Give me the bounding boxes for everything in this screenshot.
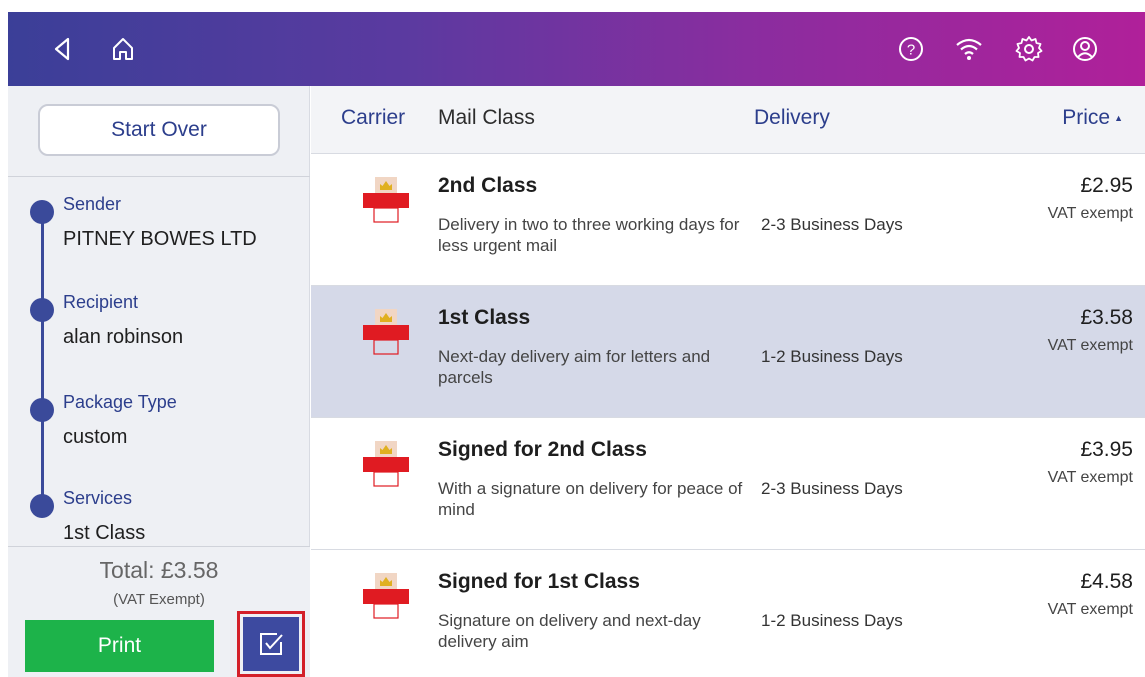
price-value: £2.95 (1080, 174, 1133, 197)
step-label: Sender (63, 194, 122, 214)
account-icon[interactable] (1066, 30, 1104, 68)
print-button[interactable]: Print (25, 620, 214, 672)
confirm-checkbox-button[interactable] (243, 617, 299, 671)
vat-status: VAT exempt (1047, 601, 1133, 618)
step-value: PITNEY BOWES LTD (63, 228, 257, 250)
step-label: Package Type (63, 392, 177, 412)
mail-class-table: Carrier Mail Class Delivery Price ▲ 2nd C… (311, 86, 1145, 677)
royal-mail-logo-icon (361, 308, 411, 360)
delivery-time: 2-3 Business Days (761, 479, 903, 498)
mail-class-name: 1st Class (438, 306, 531, 329)
royal-mail-logo-icon (361, 176, 411, 228)
royal-mail-logo-icon (361, 572, 411, 624)
total-section: Total: £3.58 (VAT Exempt) Print (8, 546, 310, 677)
back-icon[interactable] (44, 30, 82, 68)
price-header-label: Price (1062, 106, 1111, 129)
table-header: Carrier Mail Class Delivery Price ▲ (311, 86, 1145, 154)
shipment-summary-panel: Start Over Sender PITNEY BOWES LTD Recip… (8, 86, 310, 677)
vat-note: (VAT Exempt) (113, 591, 205, 608)
delivery-time: 1-2 Business Days (761, 347, 903, 366)
column-header-delivery[interactable]: Delivery (754, 106, 830, 130)
start-over-button[interactable]: Start Over (38, 104, 280, 156)
step-dot (30, 200, 54, 224)
royal-mail-logo-icon (361, 440, 411, 492)
sort-ascending-icon: ▲ (1114, 113, 1123, 123)
table-row[interactable]: 1st Class Next-day delivery aim for lette… (311, 286, 1145, 418)
mail-class-description: Delivery in two to three working days fo… (438, 215, 740, 255)
timeline-line (41, 204, 44, 500)
mail-class-name: 2nd Class (438, 174, 538, 197)
step-value: alan robinson (63, 326, 184, 348)
home-icon[interactable] (104, 30, 142, 68)
delivery-time: 2-3 Business Days (761, 215, 903, 234)
table-row[interactable]: Signed for 1st Class Signature on deliver… (311, 550, 1145, 677)
step-dot (30, 494, 54, 518)
step-value: 1st Class (63, 522, 146, 544)
mail-class-name: Signed for 1st Class (438, 570, 640, 593)
table-row[interactable]: Signed for 2nd Class With a signature on … (311, 418, 1145, 550)
price-value: £4.58 (1080, 570, 1133, 593)
step-label: Services (63, 488, 133, 508)
step-dot (30, 398, 54, 422)
mail-class-description: With a signature on delivery for peace o… (438, 479, 743, 519)
divider (8, 176, 310, 177)
column-header-mail-class: Mail Class (438, 106, 535, 129)
confirm-checkbox-highlight[interactable] (237, 611, 305, 677)
mail-class-description: Signature on delivery and next-day deliv… (438, 611, 701, 651)
settings-icon[interactable] (1010, 30, 1048, 68)
delivery-time: 1-2 Business Days (761, 611, 903, 630)
column-header-carrier[interactable]: Carrier (341, 106, 405, 130)
column-header-price[interactable]: Price ▲ (1062, 106, 1123, 130)
step-value: custom (63, 426, 128, 448)
wifi-icon[interactable] (950, 30, 988, 68)
checkbox-icon (260, 633, 283, 655)
table-row[interactable]: 2nd Class Delivery in two to three workin… (311, 154, 1145, 286)
top-navigation-bar: ? (8, 12, 1145, 86)
price-value: £3.95 (1080, 438, 1133, 461)
vat-status: VAT exempt (1047, 469, 1133, 486)
vat-status: VAT exempt (1047, 205, 1133, 222)
step-dot (30, 298, 54, 322)
svg-text:?: ? (907, 42, 915, 59)
mail-class-description: Next-day delivery aim for letters and pa… (438, 347, 711, 387)
vat-status: VAT exempt (1047, 337, 1133, 354)
price-value: £3.58 (1080, 306, 1133, 329)
help-icon[interactable]: ? (892, 30, 930, 68)
total-amount: Total: £3.58 (99, 557, 219, 583)
mail-class-name: Signed for 2nd Class (438, 438, 647, 461)
step-label: Recipient (63, 292, 139, 312)
